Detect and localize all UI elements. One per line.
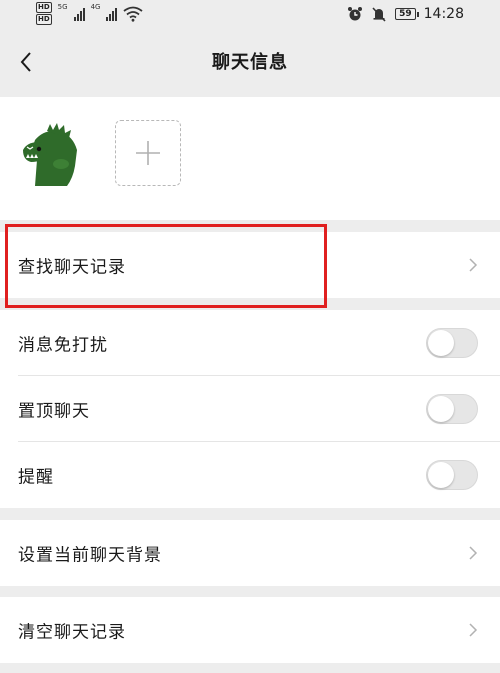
- do-not-disturb-label: 消息免打扰: [18, 335, 108, 356]
- nav-bar: 聊天信息: [0, 34, 500, 90]
- remind-toggle[interactable]: [426, 460, 478, 490]
- hd-badge: HD: [36, 2, 52, 13]
- toggle-knob: [428, 330, 454, 356]
- page-title: 聊天信息: [212, 52, 288, 73]
- search-chat-history-cell[interactable]: 查找聊天记录: [0, 232, 500, 298]
- chevron-right-icon: [469, 546, 478, 560]
- do-not-disturb-cell: 消息免打扰: [0, 310, 500, 376]
- clear-chat-history-cell[interactable]: 清空聊天记录: [0, 597, 500, 663]
- alarm-icon: [348, 7, 363, 21]
- wifi-icon: [123, 6, 144, 22]
- set-chat-background-cell[interactable]: 设置当前聊天背景: [0, 520, 500, 586]
- add-member-button[interactable]: [115, 120, 181, 186]
- status-left: HD HD 5G 4G: [36, 2, 144, 25]
- remind-label: 提醒: [18, 467, 54, 488]
- plus-icon: [136, 141, 160, 165]
- do-not-disturb-toggle[interactable]: [426, 328, 478, 358]
- signal-icon: [106, 7, 118, 21]
- status-time: 14:28: [423, 6, 464, 22]
- hd-badge: HD: [36, 14, 52, 25]
- mute-bell-icon: [372, 7, 386, 22]
- search-chat-history-label: 查找聊天记录: [18, 257, 126, 278]
- toggle-knob: [428, 396, 454, 422]
- chevron-right-icon: [469, 623, 478, 637]
- battery-indicator: 59: [395, 8, 419, 20]
- hd-badges: HD HD: [36, 2, 52, 25]
- status-bar: HD HD 5G 4G 59 14:28: [0, 0, 500, 34]
- set-chat-background-label: 设置当前聊天背景: [18, 545, 162, 566]
- clear-chat-history-label: 清空聊天记录: [18, 622, 126, 643]
- network-label-5g: 5G: [57, 2, 68, 11]
- toggle-knob: [428, 462, 454, 488]
- signal-icon: [73, 7, 85, 21]
- network-label-4g: 4G: [90, 2, 101, 11]
- chevron-right-icon: [469, 258, 478, 272]
- dinosaur-avatar[interactable]: [17, 120, 83, 186]
- chat-members: [0, 97, 500, 220]
- pin-chat-toggle[interactable]: [426, 394, 478, 424]
- remind-cell: 提醒: [0, 442, 500, 508]
- pin-chat-cell: 置顶聊天: [0, 376, 500, 442]
- status-right: 59 14:28: [347, 6, 464, 22]
- pin-chat-label: 置顶聊天: [18, 401, 90, 422]
